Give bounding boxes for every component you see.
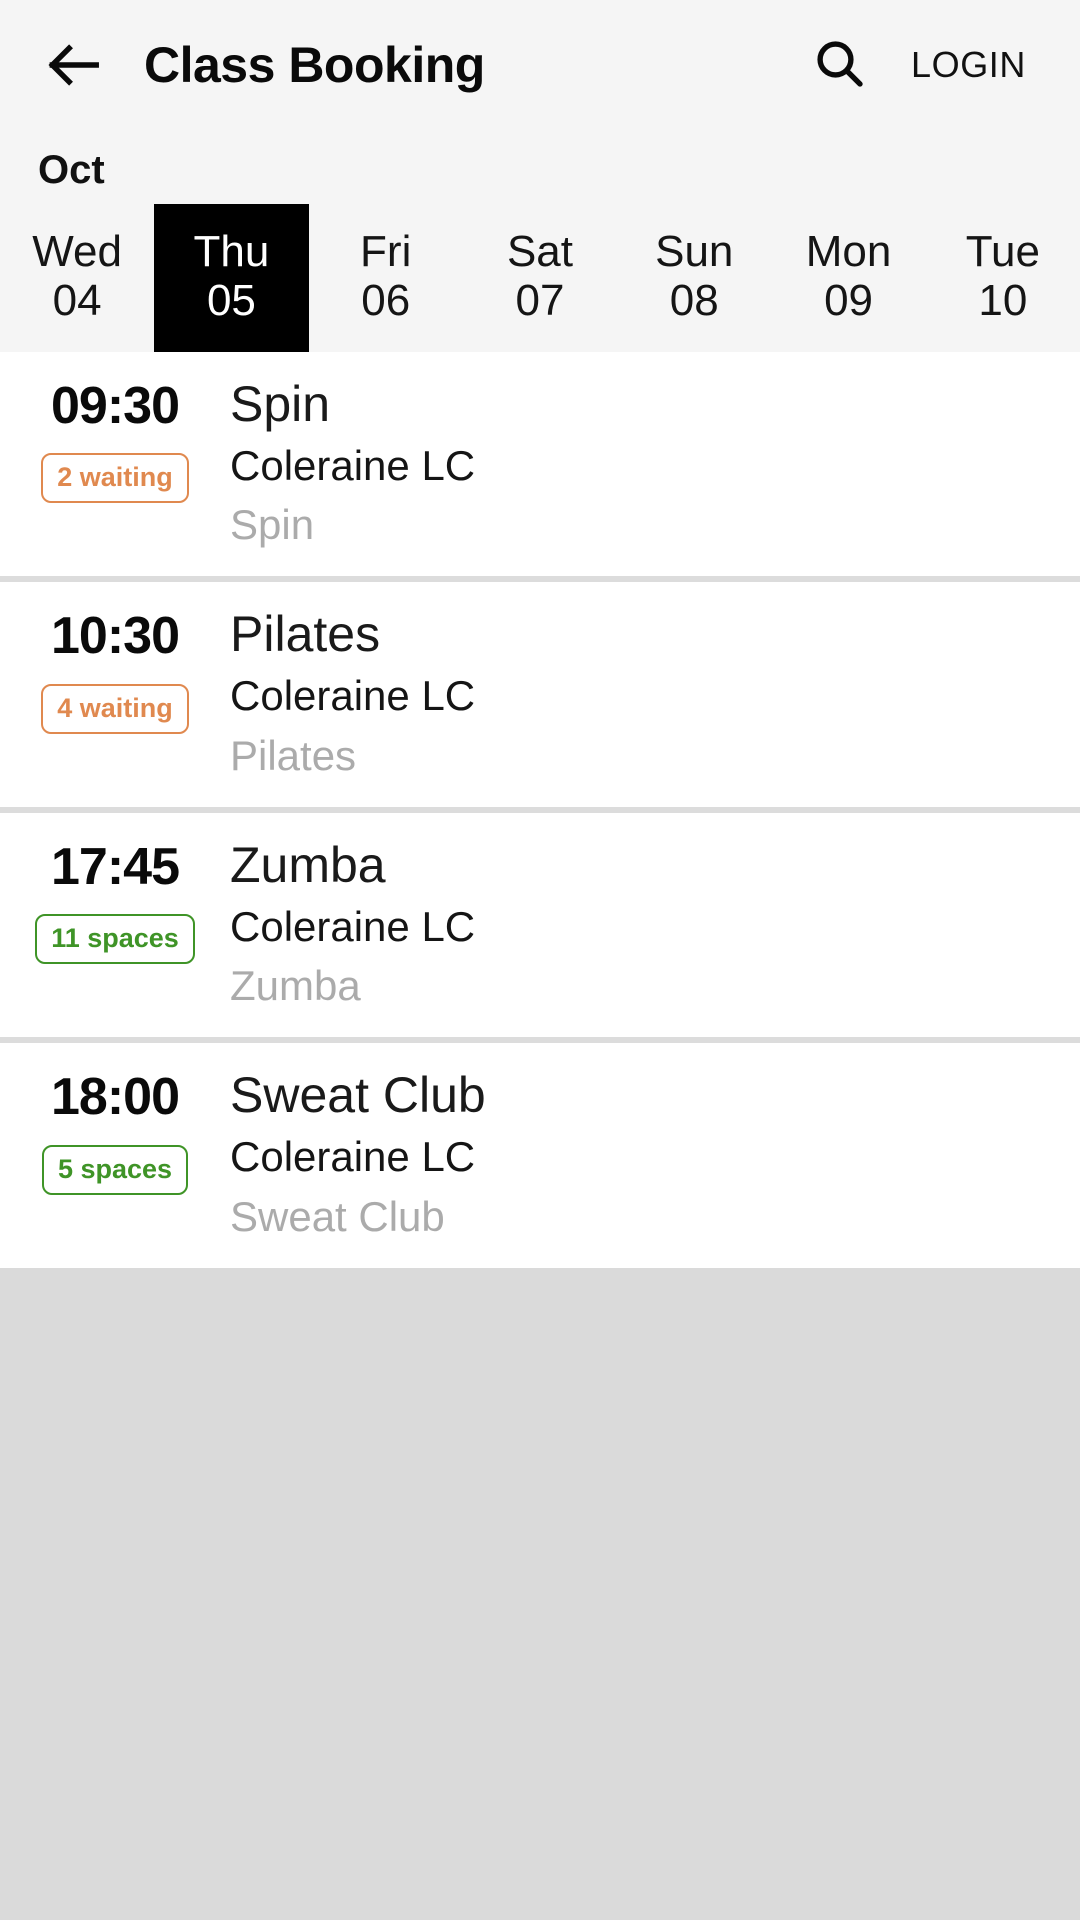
class-name: Spin bbox=[230, 376, 331, 432]
login-button[interactable]: LOGIN bbox=[901, 28, 1054, 102]
class-time-column: 10:30 4 waiting bbox=[0, 604, 230, 780]
back-button[interactable] bbox=[18, 10, 128, 120]
class-name: Zumba bbox=[230, 836, 386, 893]
class-subtitle: Zumba bbox=[230, 962, 361, 1010]
class-info-column: Pilates Coleraine LC Pilates bbox=[230, 604, 1080, 780]
app-bar: Class Booking LOGIN bbox=[0, 0, 1080, 130]
day-name: Sat bbox=[506, 226, 573, 276]
class-booking-screen: Class Booking LOGIN Oct Wed 04 Thu 05 Fr… bbox=[0, 0, 1080, 1920]
day-number: 08 bbox=[669, 276, 719, 326]
class-venue: Coleraine LC bbox=[230, 672, 476, 720]
class-name: Sweat Club bbox=[230, 1067, 486, 1124]
status-badge: 2 waiting bbox=[41, 453, 189, 504]
class-time-column: 17:45 11 spaces bbox=[0, 835, 230, 1011]
day-tab-sat[interactable]: Sat 07 bbox=[463, 204, 617, 352]
class-subtitle: Sweat Club bbox=[230, 1192, 445, 1240]
day-number: 05 bbox=[206, 276, 256, 326]
search-button[interactable] bbox=[791, 17, 887, 113]
class-name: Pilates bbox=[230, 606, 381, 663]
class-venue: Coleraine LC bbox=[230, 902, 476, 950]
class-list: 09:30 2 waiting Spin Coleraine LC Spin 1… bbox=[0, 352, 1080, 1268]
class-time: 10:30 bbox=[51, 607, 180, 666]
class-time-column: 18:00 5 spaces bbox=[0, 1065, 230, 1241]
day-tab-wed[interactable]: Wed 04 bbox=[0, 204, 154, 352]
table-row[interactable]: 09:30 2 waiting Spin Coleraine LC Spin bbox=[0, 352, 1080, 577]
class-time: 17:45 bbox=[51, 837, 180, 896]
date-strip: Oct Wed 04 Thu 05 Fri 06 Sat 07 Sun 08 M… bbox=[0, 130, 1080, 352]
class-venue: Coleraine LC bbox=[230, 1133, 476, 1181]
status-badge: 4 waiting bbox=[41, 683, 189, 734]
day-name: Mon bbox=[805, 226, 892, 276]
month-label: Oct bbox=[38, 148, 105, 192]
day-tab-mon[interactable]: Mon 09 bbox=[771, 204, 925, 352]
class-time: 18:00 bbox=[51, 1068, 180, 1127]
day-number: 07 bbox=[515, 276, 565, 326]
day-name: Wed bbox=[32, 226, 122, 276]
status-badge: 5 spaces bbox=[41, 1144, 189, 1195]
class-time: 09:30 bbox=[51, 377, 180, 435]
status-badge: 11 spaces bbox=[35, 914, 195, 965]
class-subtitle: Pilates bbox=[230, 731, 357, 779]
day-tab-tue[interactable]: Tue 10 bbox=[926, 204, 1080, 352]
class-info-column: Zumba Coleraine LC Zumba bbox=[230, 835, 1080, 1011]
empty-area bbox=[0, 1267, 1080, 1920]
arrow-left-icon bbox=[42, 34, 104, 96]
day-name: Sun bbox=[655, 226, 734, 276]
class-time-column: 09:30 2 waiting bbox=[0, 374, 230, 550]
class-info-column: Sweat Club Coleraine LC Sweat Club bbox=[230, 1065, 1080, 1241]
class-subtitle: Spin bbox=[230, 501, 315, 549]
day-number: 10 bbox=[978, 276, 1028, 326]
day-tab-sun[interactable]: Sun 08 bbox=[617, 204, 771, 352]
day-selector: Wed 04 Thu 05 Fri 06 Sat 07 Sun 08 Mon 0… bbox=[0, 204, 1080, 352]
day-name: Tue bbox=[965, 226, 1040, 276]
page-title: Class Booking bbox=[144, 37, 485, 93]
table-row[interactable]: 18:00 5 spaces Sweat Club Coleraine LC S… bbox=[0, 1043, 1080, 1268]
day-number: 06 bbox=[361, 276, 411, 326]
day-number: 09 bbox=[824, 276, 874, 326]
day-name: Fri bbox=[360, 226, 412, 276]
day-tab-fri[interactable]: Fri 06 bbox=[309, 204, 463, 352]
table-row[interactable]: 17:45 11 spaces Zumba Coleraine LC Zumba bbox=[0, 812, 1080, 1038]
day-number: 04 bbox=[52, 276, 102, 326]
class-info-column: Spin Coleraine LC Spin bbox=[230, 374, 1080, 550]
day-tab-thu[interactable]: Thu 05 bbox=[154, 204, 309, 352]
day-name: Thu bbox=[193, 226, 270, 276]
class-venue: Coleraine LC bbox=[230, 442, 476, 489]
table-row[interactable]: 10:30 4 waiting Pilates Coleraine LC Pil… bbox=[0, 582, 1080, 807]
search-icon bbox=[811, 35, 867, 96]
